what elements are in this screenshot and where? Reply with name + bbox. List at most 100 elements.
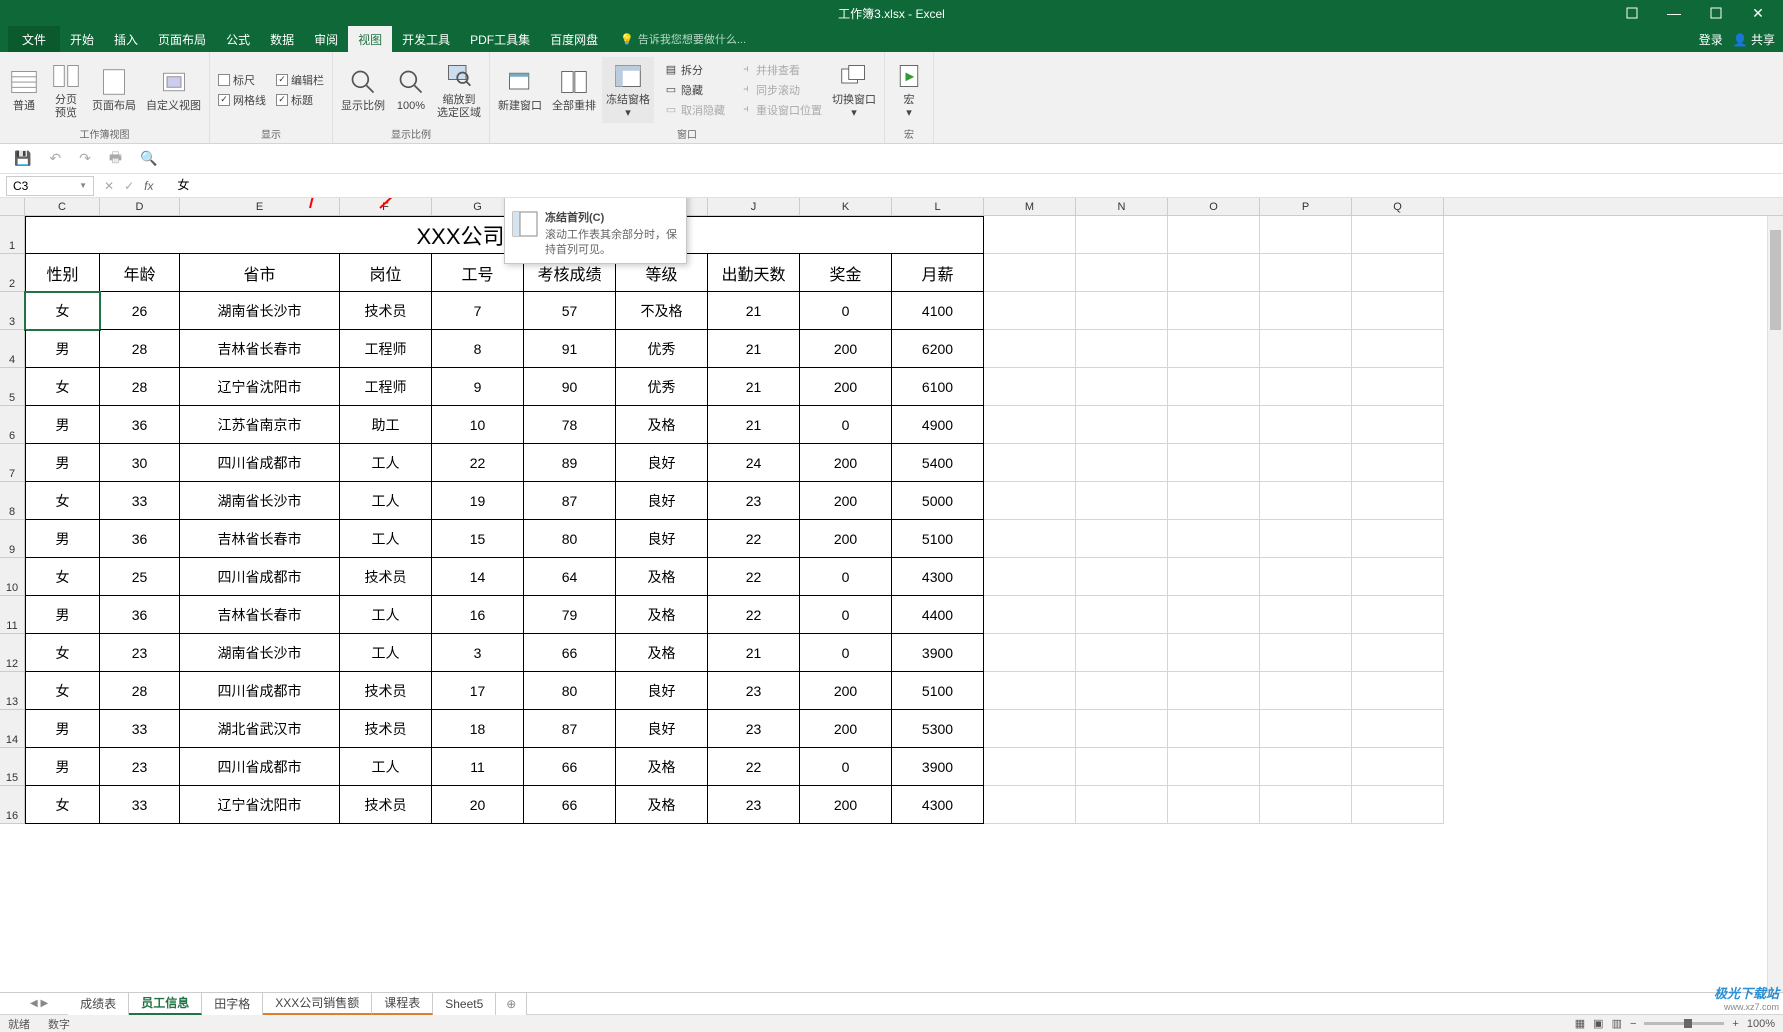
row-header[interactable]: 7 [0,444,25,482]
data-cell[interactable]: 78 [524,406,616,444]
data-cell[interactable]: 0 [800,596,892,634]
data-cell[interactable]: 女 [25,634,100,672]
maximize-button[interactable] [1695,0,1737,26]
data-cell[interactable]: 及格 [616,596,708,634]
column-header[interactable]: C [25,198,100,215]
undo-button[interactable]: ↶ [49,150,61,167]
empty-cell[interactable] [1076,254,1168,292]
data-cell[interactable]: 19 [432,482,524,520]
row-header[interactable]: 11 [0,596,25,634]
split-button[interactable]: ▤拆分 [660,61,729,79]
empty-cell[interactable] [1076,482,1168,520]
cells-grid[interactable]: XXX公司员工信息性别年龄省市岗位工号考核成绩等级出勤天数奖金月薪女26湖南省长… [25,216,1444,824]
data-cell[interactable]: 5000 [892,482,984,520]
empty-cell[interactable] [984,748,1076,786]
row-header[interactable]: 8 [0,482,25,520]
freeze-top-row-option[interactable]: 冻结首行(R)滚动工作表其余部分时，保持首行可见。 [505,198,686,206]
data-cell[interactable]: 28 [100,672,180,710]
new-sheet-button[interactable]: ⊕ [496,993,527,1015]
empty-cell[interactable] [1168,748,1260,786]
data-cell[interactable]: 20 [432,786,524,824]
data-cell[interactable]: 工程师 [340,368,432,406]
empty-cell[interactable] [1168,596,1260,634]
data-cell[interactable]: 0 [800,748,892,786]
data-cell[interactable]: 23 [100,634,180,672]
empty-cell[interactable] [984,672,1076,710]
data-cell[interactable]: 及格 [616,786,708,824]
column-header[interactable]: D [100,198,180,215]
empty-cell[interactable] [1260,596,1352,634]
data-cell[interactable]: 技术员 [340,672,432,710]
data-cell[interactable]: 工人 [340,482,432,520]
empty-cell[interactable] [1168,634,1260,672]
data-cell[interactable]: 28 [100,368,180,406]
data-cell[interactable]: 工人 [340,444,432,482]
row-header[interactable]: 3 [0,292,25,330]
sheet-tab[interactable]: 成绩表 [68,993,129,1015]
fx-icon[interactable]: fx [144,179,161,193]
empty-cell[interactable] [984,292,1076,330]
data-cell[interactable]: 四川省成都市 [180,558,340,596]
empty-cell[interactable] [984,406,1076,444]
menu-pagelayout[interactable]: 页面布局 [148,26,216,52]
empty-cell[interactable] [1168,482,1260,520]
empty-cell[interactable] [1352,634,1444,672]
data-cell[interactable]: 6200 [892,330,984,368]
data-cell[interactable]: 30 [100,444,180,482]
zoom-percent[interactable]: 100% [1747,1018,1775,1030]
empty-cell[interactable] [984,482,1076,520]
data-cell[interactable]: 33 [100,786,180,824]
macro-button[interactable]: 宏▾ [889,57,929,123]
data-cell[interactable]: 200 [800,368,892,406]
data-cell[interactable]: 助工 [340,406,432,444]
data-cell[interactable]: 15 [432,520,524,558]
empty-cell[interactable] [984,520,1076,558]
row-header[interactable]: 6 [0,406,25,444]
empty-cell[interactable] [1076,748,1168,786]
menu-file[interactable]: 文件 [8,26,60,52]
empty-cell[interactable] [1076,558,1168,596]
empty-cell[interactable] [1352,368,1444,406]
empty-cell[interactable] [1352,292,1444,330]
empty-cell[interactable] [1168,520,1260,558]
data-cell[interactable]: 200 [800,444,892,482]
empty-cell[interactable] [1260,710,1352,748]
data-cell[interactable]: 工人 [340,634,432,672]
data-cell[interactable]: 男 [25,444,100,482]
print-button[interactable]: 🖶 [109,147,122,171]
empty-cell[interactable] [1260,216,1352,254]
column-header[interactable]: P [1260,198,1352,215]
column-header[interactable]: Q [1352,198,1444,215]
freeze-panes-button[interactable]: 冻结窗格▾ [602,57,654,123]
data-cell[interactable]: 优秀 [616,330,708,368]
data-cell[interactable]: 及格 [616,748,708,786]
empty-cell[interactable] [1260,406,1352,444]
column-header[interactable]: L [892,198,984,215]
column-header[interactable]: M [984,198,1076,215]
switch-window-button[interactable]: 切换窗口▾ [828,57,880,123]
redo-button[interactable]: ↷ [79,150,91,167]
share-button[interactable]: 👤 共享 [1733,31,1775,48]
empty-cell[interactable] [984,216,1076,254]
header-cell[interactable]: 岗位 [340,254,432,292]
data-cell[interactable]: 3900 [892,634,984,672]
empty-cell[interactable] [1076,596,1168,634]
empty-cell[interactable] [1260,444,1352,482]
row-header[interactable]: 2 [0,254,25,292]
empty-cell[interactable] [1352,330,1444,368]
data-cell[interactable]: 79 [524,596,616,634]
column-header[interactable]: E [180,198,340,215]
empty-cell[interactable] [1076,216,1168,254]
data-cell[interactable]: 0 [800,558,892,596]
menu-insert[interactable]: 插入 [104,26,148,52]
data-cell[interactable]: 21 [708,406,800,444]
empty-cell[interactable] [1260,368,1352,406]
view-pagebreak-icon[interactable]: ▥ [1612,1017,1622,1030]
data-cell[interactable]: 66 [524,634,616,672]
empty-cell[interactable] [1168,216,1260,254]
data-cell[interactable]: 11 [432,748,524,786]
empty-cell[interactable] [1260,786,1352,824]
data-cell[interactable]: 91 [524,330,616,368]
empty-cell[interactable] [1352,444,1444,482]
empty-cell[interactable] [1076,520,1168,558]
